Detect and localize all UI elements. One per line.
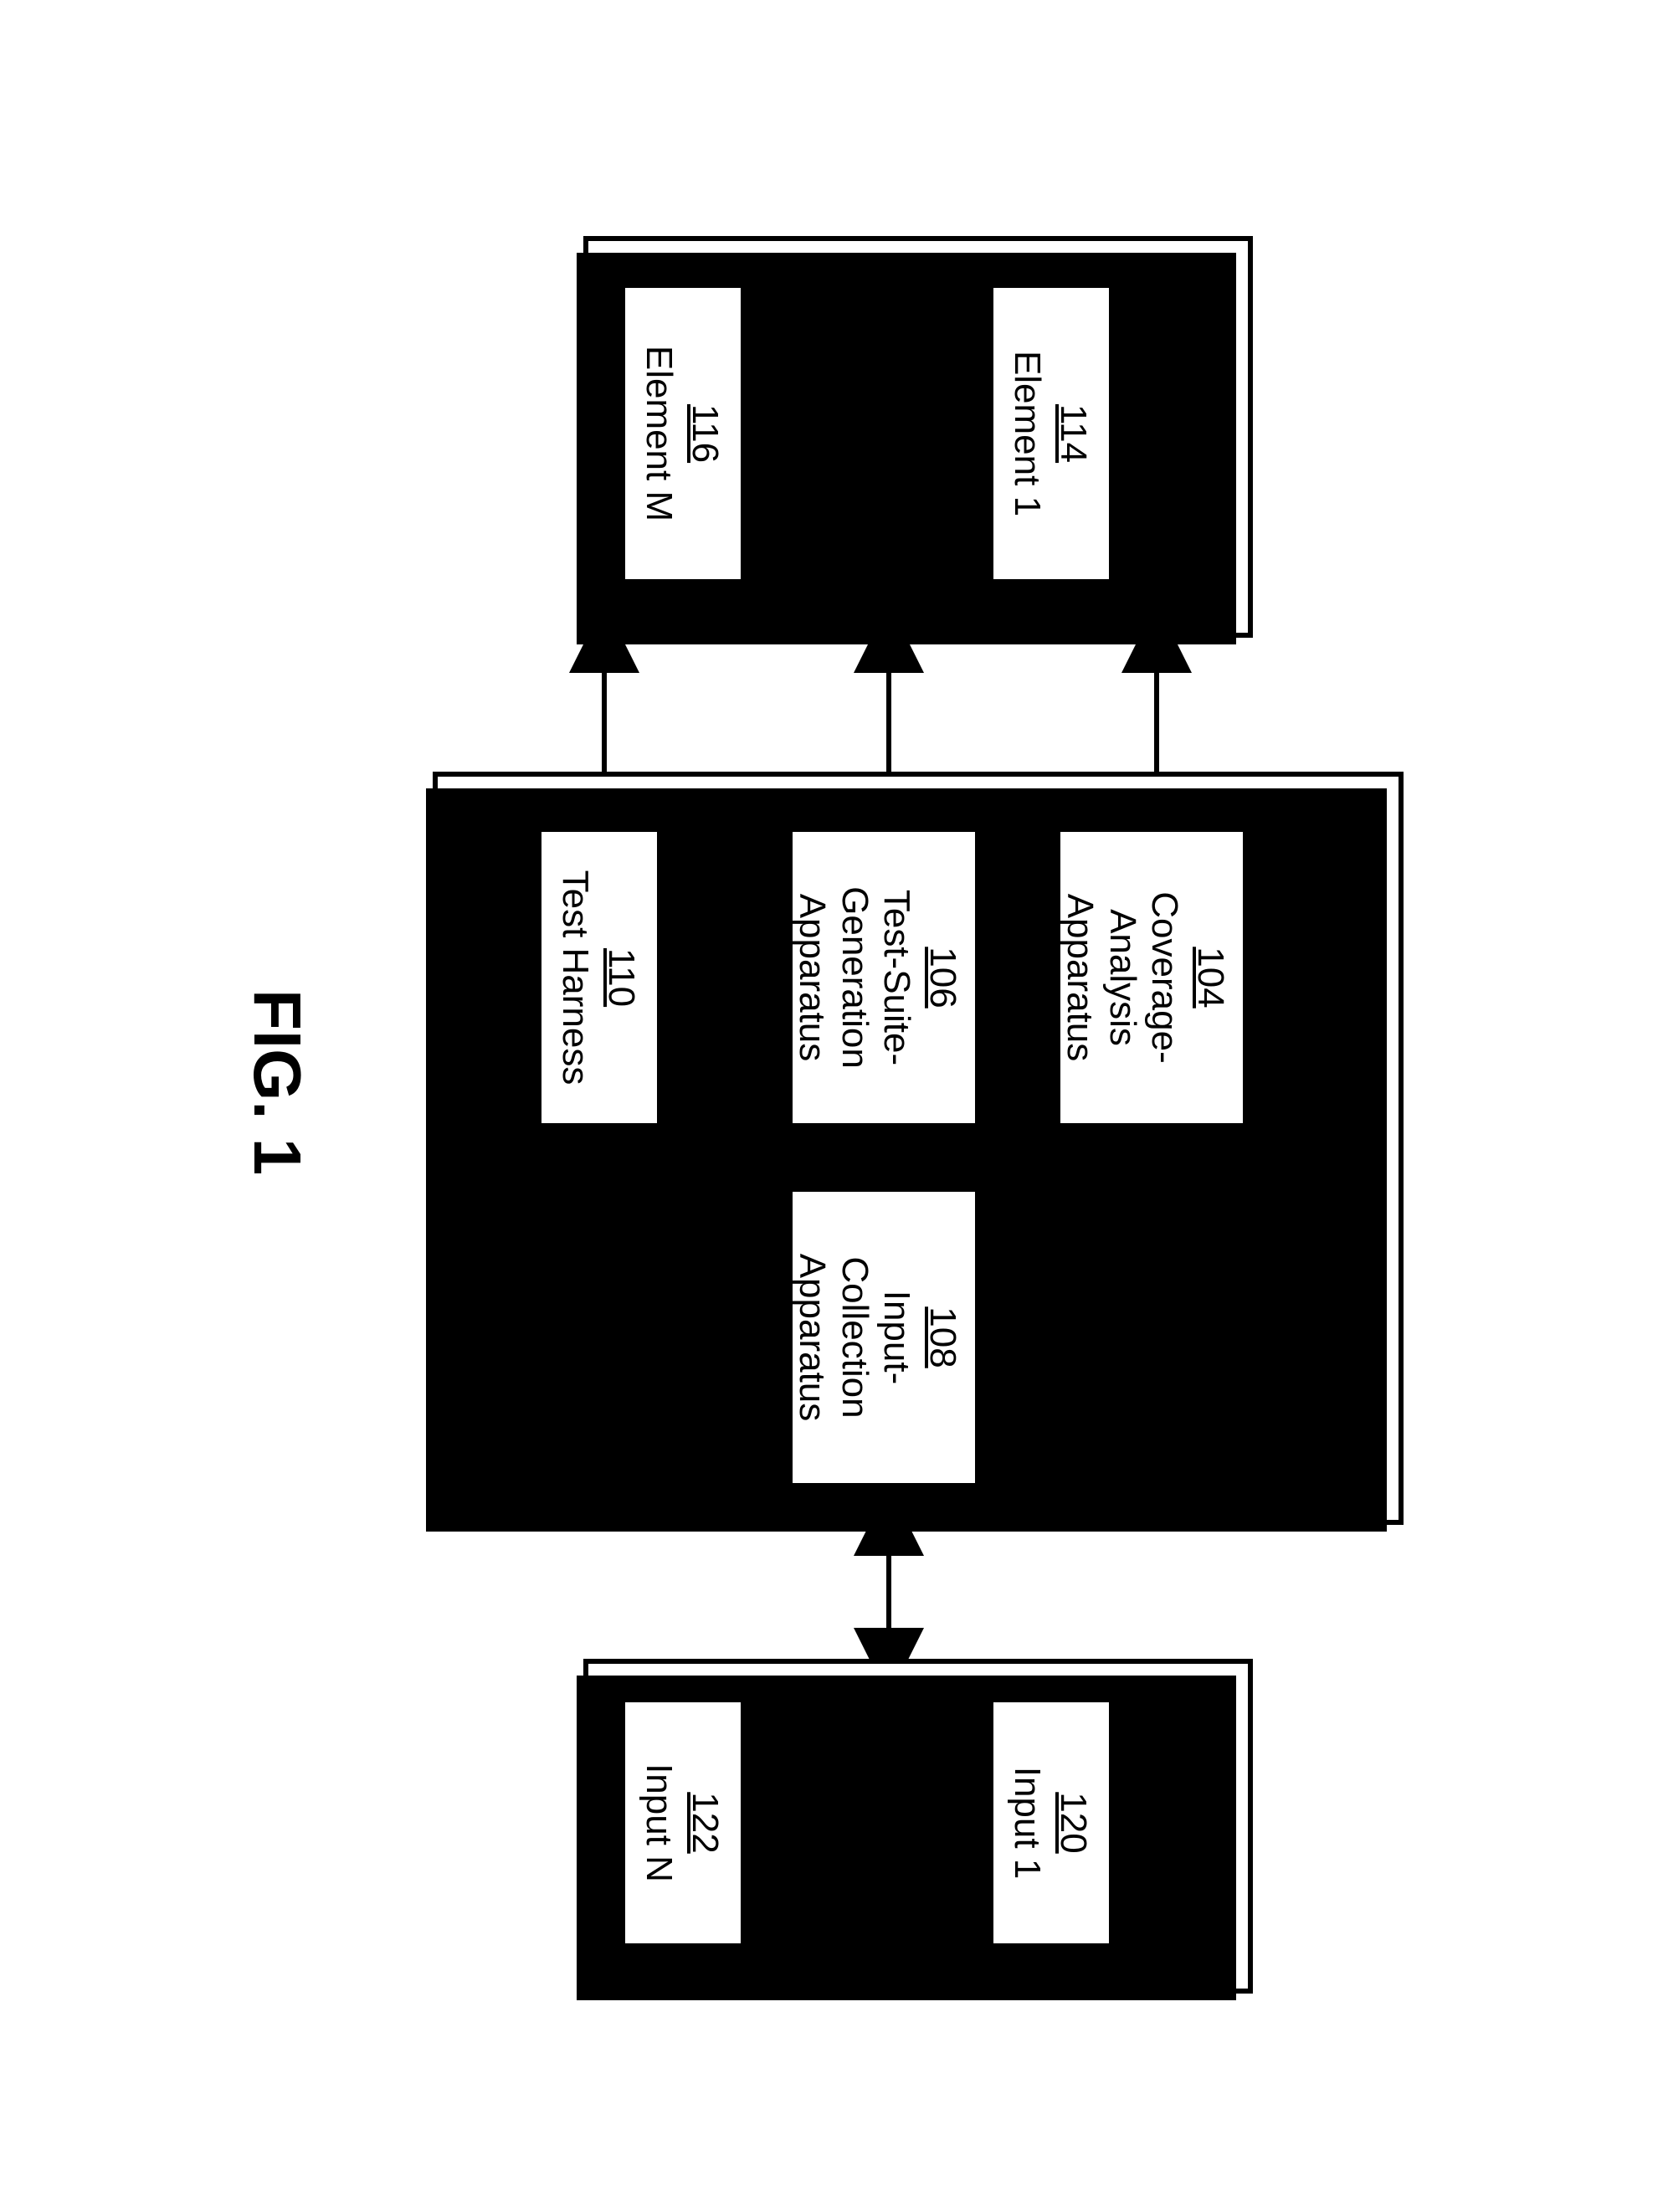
software-ellipsis bbox=[746, 408, 913, 459]
input-collection-line1: Input- bbox=[876, 1290, 917, 1384]
coverage-analysis-line3: Apparatus bbox=[1060, 893, 1101, 1061]
input-last-label: Input N bbox=[639, 1763, 680, 1882]
input-last-ref: 122 bbox=[683, 1792, 726, 1853]
input-first: 120 Input 1 bbox=[988, 1697, 1114, 1948]
test-suite-generation-line1: Test-Suite- bbox=[876, 889, 917, 1065]
test-suite-generation-ref: 106 bbox=[921, 947, 963, 1008]
input-set-container: 118 Input Set 120 Input 1 122 Input N bbox=[583, 1659, 1253, 1994]
coverage-analysis-block: 104 Coverage- Analysis Apparatus bbox=[1055, 827, 1248, 1128]
coverage-analysis-line1: Coverage- bbox=[1144, 891, 1185, 1063]
test-harness-ref: 110 bbox=[599, 947, 642, 1006]
input-collection-block: 108 Input- Collection Apparatus bbox=[788, 1187, 980, 1488]
input-first-label: Input 1 bbox=[1007, 1766, 1048, 1879]
testing-framework-title: Testing Framework bbox=[1286, 993, 1327, 1304]
input-last: 122 Input N bbox=[620, 1697, 746, 1948]
software-element-last-label: Element M bbox=[639, 345, 680, 521]
test-harness-block: 110 Test Harness bbox=[536, 827, 662, 1128]
input-set-ref: 118 bbox=[1180, 1796, 1223, 1855]
software-element-last-ref: 116 bbox=[683, 403, 726, 462]
coverage-analysis-line2: Analysis bbox=[1101, 909, 1142, 1046]
testing-framework-container: 102 Testing Framework 104 Coverage- Anal… bbox=[433, 772, 1404, 1525]
software-element-first: 114 Element 1 bbox=[988, 283, 1114, 584]
diagram-stage: 112 Software Program 114 Element 1 116 E… bbox=[165, 186, 1504, 2027]
software-element-last: 116 Element M bbox=[620, 283, 746, 584]
test-suite-generation-block: 106 Test-Suite- Generation Apparatus bbox=[788, 827, 980, 1128]
software-element-first-ref: 114 bbox=[1051, 403, 1094, 462]
input-collection-line2: Collection bbox=[834, 1256, 875, 1418]
testing-framework-ref: 102 bbox=[1331, 1117, 1373, 1178]
figure-caption: FIG. 1 bbox=[239, 989, 316, 1175]
software-element-first-label: Element 1 bbox=[1007, 350, 1048, 516]
software-program-title: Software Program bbox=[1136, 288, 1177, 585]
coverage-analysis-ref: 104 bbox=[1188, 947, 1231, 1008]
software-program-ref: 112 bbox=[1180, 407, 1223, 465]
test-harness-line1: Test Harness bbox=[555, 870, 596, 1085]
input-first-ref: 120 bbox=[1051, 1792, 1094, 1853]
input-collection-ref: 108 bbox=[921, 1306, 963, 1368]
input-collection-line3: Apparatus bbox=[792, 1253, 833, 1421]
input-set-title: Input Set bbox=[1136, 1752, 1177, 1899]
software-program-container: 112 Software Program 114 Element 1 116 E… bbox=[583, 236, 1253, 638]
test-suite-generation-line3: Apparatus bbox=[792, 893, 833, 1061]
test-suite-generation-line2: Generation bbox=[834, 886, 875, 1069]
input-ellipsis bbox=[746, 1798, 913, 1848]
